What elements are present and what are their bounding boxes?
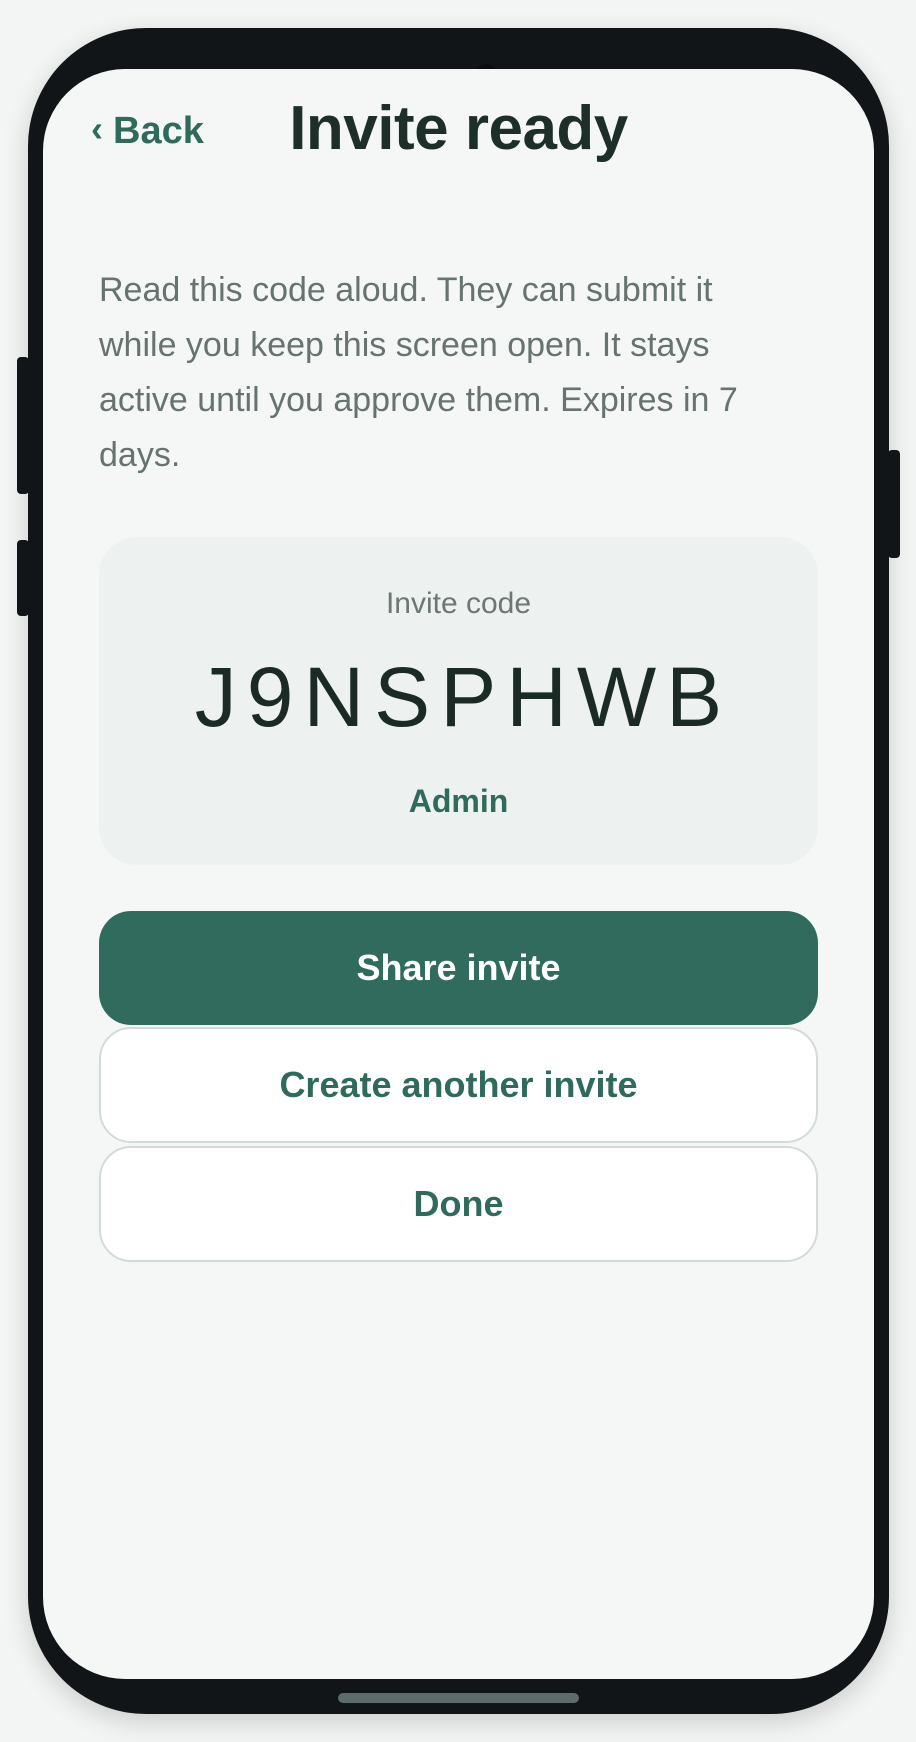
invite-code-caption: Invite code <box>385 587 532 620</box>
power-button <box>888 450 900 558</box>
share-invite-button[interactable]: Share invite <box>99 911 818 1025</box>
volume-down-button <box>17 540 29 616</box>
invite-code-card: Invite code J9NSPHWB Admin <box>99 537 818 865</box>
volume-up-button <box>17 357 29 494</box>
done-button[interactable]: Done <box>99 1146 818 1262</box>
app-screen: ‹ Back Invite ready Read this code aloud… <box>43 69 874 1679</box>
invite-role-label: Admin <box>408 783 509 819</box>
home-indicator[interactable] <box>338 1693 579 1703</box>
create-another-invite-button[interactable]: Create another invite <box>99 1027 818 1143</box>
invite-instructions: Read this code aloud. They can submit it… <box>99 271 738 474</box>
invite-code-value: J9NSPHWB <box>194 650 733 744</box>
page-title: Invite ready <box>289 94 628 163</box>
